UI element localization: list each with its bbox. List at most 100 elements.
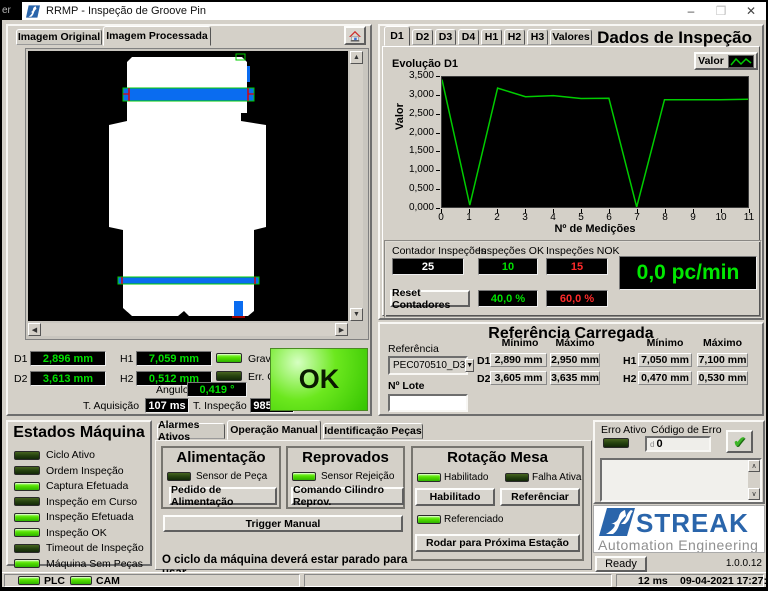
- x-tick-mark: [497, 209, 498, 213]
- error-scroll-up-arrow[interactable]: ∧: [748, 460, 760, 472]
- chart-line-series: [442, 80, 748, 207]
- habilitado-led: [417, 473, 441, 482]
- tab-h3[interactable]: H3: [527, 29, 548, 45]
- state-label: Timeout de Inspeção: [46, 542, 144, 554]
- status-bar: PLC CAM 12 ms 09-04-2021 17:27:26: [2, 572, 766, 587]
- alimentacao-group: Alimentação Sensor de Peça Pedido de Ali…: [161, 446, 281, 509]
- max-header-left: Máximo: [550, 337, 600, 349]
- tab-label: Identificação Peças: [324, 425, 421, 437]
- image-horizontal-scrollbar[interactable]: ◀ ▶: [28, 323, 348, 336]
- error-list[interactable]: ∧ ∨: [600, 458, 762, 502]
- close-button[interactable]: ✕: [736, 4, 766, 18]
- measure-band-h1: [123, 88, 254, 101]
- line-series-icon: [728, 55, 754, 68]
- title-bar: RRMP - Inspeção de Groove Pin – ❒ ✕: [2, 2, 766, 20]
- d1-value: 2,896 mm: [30, 351, 106, 366]
- chart-title: Evolução D1: [392, 58, 458, 70]
- t-aquisicao-label: T. Aquisição: [83, 400, 139, 412]
- x-tick-mark: [469, 209, 470, 213]
- ref-h2-label: H2: [623, 373, 636, 385]
- x-tick-label: 8: [655, 212, 675, 223]
- machine-states-title: Estados Máquina: [8, 424, 150, 442]
- trigger-manual-button[interactable]: Trigger Manual: [163, 515, 403, 532]
- tab-h2[interactable]: H2: [504, 29, 525, 45]
- acknowledge-error-button[interactable]: ✔: [726, 430, 753, 453]
- x-tick-label: 1: [459, 212, 479, 223]
- image-vertical-scrollbar[interactable]: ▲ ▼: [350, 51, 363, 321]
- y-tick-mark: [436, 76, 440, 77]
- x-tick-label: 11: [739, 212, 759, 223]
- h2-label: H2: [120, 373, 133, 385]
- tab-d4[interactable]: D4: [458, 29, 479, 45]
- x-tick-mark: [525, 209, 526, 213]
- alimentacao-title: Alimentação: [163, 449, 279, 466]
- lote-input[interactable]: [388, 394, 468, 412]
- erro-ativo-label: Erro Ativo: [601, 424, 647, 436]
- tab-identificacao-pecas[interactable]: Identificação Peças: [323, 423, 423, 439]
- x-tick-mark: [581, 209, 582, 213]
- tab-d2[interactable]: D2: [412, 29, 433, 45]
- tab-h1[interactable]: H1: [481, 29, 502, 45]
- scroll-right-arrow[interactable]: ▶: [335, 323, 348, 336]
- pedido-alimentacao-button[interactable]: Pedido de Alimentação: [169, 487, 277, 505]
- referencia-dropdown[interactable]: PEC070510_D3 ▼: [388, 356, 468, 375]
- y-tick-mark: [436, 114, 440, 115]
- referenciar-button[interactable]: Referênciar: [500, 488, 580, 506]
- inspecoes-ok-value: 10: [478, 258, 538, 275]
- falha-ativa-led: [505, 473, 529, 482]
- reprovados-group: Reprovados Sensor Rejeição Comando Cilin…: [286, 446, 405, 509]
- tab-label: Alarmes Ativos: [158, 419, 224, 443]
- scroll-left-arrow[interactable]: ◀: [28, 323, 41, 336]
- tab-imagem-processada[interactable]: Imagem Processada: [103, 26, 211, 46]
- tab-d3[interactable]: D3: [435, 29, 456, 45]
- tab-d1[interactable]: D1: [384, 26, 410, 46]
- comando-cilindro-button[interactable]: Comando Cilindro Reprov.: [291, 487, 404, 505]
- habilitado-button[interactable]: Habilitado: [415, 488, 495, 506]
- d2-label: D2: [14, 373, 27, 385]
- scroll-down-arrow[interactable]: ▼: [350, 308, 363, 321]
- inspection-result-indicator: OK: [270, 348, 368, 411]
- processed-image-canvas: [28, 51, 348, 321]
- tab-label: H1: [485, 31, 498, 43]
- tab-imagem-original[interactable]: Imagem Original: [16, 29, 102, 45]
- ref-d1-min: 2,890 mm: [490, 353, 547, 367]
- minimize-button[interactable]: –: [676, 4, 706, 18]
- state-led: [14, 513, 40, 522]
- tab-label: Operação Manual: [230, 424, 318, 436]
- tab-valores[interactable]: Valores: [550, 29, 592, 45]
- tab-operacao-manual[interactable]: Operação Manual: [227, 420, 321, 440]
- reset-contadores-button[interactable]: Reset Contadores: [390, 290, 470, 307]
- state-label: Inspeção Efetuada: [46, 511, 134, 523]
- cam-label: CAM: [96, 575, 120, 587]
- machine-state-row: Inspeção em Curso: [14, 496, 137, 508]
- y-tick-label: 3,000: [400, 89, 434, 100]
- check-icon: ✔: [733, 433, 746, 451]
- error-code-field[interactable]: d 0: [645, 436, 711, 452]
- state-label: Inspeção em Curso: [46, 496, 137, 508]
- y-tick-mark: [436, 95, 440, 96]
- rate-display: 0,0 pc/min: [619, 256, 757, 290]
- scroll-up-arrow[interactable]: ▲: [350, 51, 363, 64]
- d2-value: 3,613 mm: [30, 371, 106, 386]
- tab-alarmes-ativos[interactable]: Alarmes Ativos: [157, 423, 225, 439]
- x-tick-mark: [441, 209, 442, 213]
- angulo-label: Ângulo: [156, 384, 189, 396]
- inspecoes-nok-value: 15: [546, 258, 608, 275]
- state-label: Captura Efetuada: [46, 480, 128, 492]
- image-panel: Imagem Original Imagem Processada: [6, 24, 372, 416]
- chart-legend-button[interactable]: Valor: [694, 52, 758, 70]
- machine-state-row: Captura Efetuada: [14, 480, 128, 492]
- rodar-proxima-estacao-button[interactable]: Rodar para Próxima Estação: [415, 534, 580, 552]
- state-led: [14, 528, 40, 537]
- error-scroll-down-arrow[interactable]: ∨: [748, 488, 760, 500]
- erro-ativo-led: [603, 438, 629, 448]
- dropdown-arrow-icon[interactable]: ▼: [465, 359, 474, 372]
- y-tick-label: 1,000: [400, 164, 434, 175]
- home-button[interactable]: [344, 26, 366, 45]
- ready-status-button[interactable]: Ready: [595, 556, 647, 572]
- maximize-button: ❒: [706, 4, 736, 18]
- min-header-right: Mínimo: [638, 337, 692, 349]
- application-window: RRMP - Inspeção de Groove Pin – ❒ ✕ er I…: [0, 0, 768, 591]
- tab-label: Valores: [552, 31, 589, 43]
- tab-label: H2: [508, 31, 521, 43]
